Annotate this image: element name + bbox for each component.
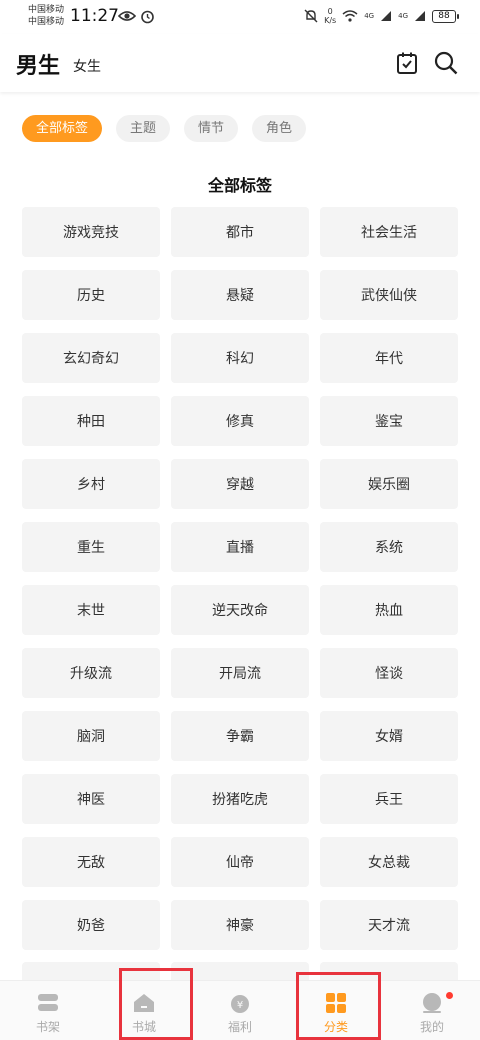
signal-1-icon [381,11,392,21]
tag-grid: 游戏竞技 都市 社会生活 历史 悬疑 武侠仙侠 玄幻奇幻 科幻 年代 种田 修真… [22,207,458,950]
carrier-2: 中国移动 [28,17,65,27]
nav-profile-label: 我的 [419,1020,444,1034]
tag-cell[interactable]: 仙帝 [171,837,309,887]
signal-1-tag: 4G [364,12,375,20]
tag-cell[interactable]: 女婿 [320,711,458,761]
filter-character[interactable]: 角色 [252,115,307,142]
tab-male-label: 男生 [16,54,61,79]
carrier-labels: 中国移动 中国移动 [28,4,64,28]
filter-theme[interactable]: 主题 [116,115,171,142]
tag-cell[interactable]: 鉴宝 [320,396,458,446]
tag-cell[interactable]: 年代 [320,333,458,383]
signal-2-icon [415,11,425,21]
tag-cell[interactable]: 逆天改命 [171,585,309,635]
tag-cell[interactable]: 神豪 [171,900,309,950]
net-speed-unit: K/s [324,16,337,25]
battery-indicator: 88 [432,9,459,23]
tag-cell[interactable]: 修真 [171,396,309,446]
mute-icon [304,9,318,23]
tag-cell[interactable]: 争霸 [171,711,309,761]
tag-cell[interactable]: 热血 [320,585,458,635]
tag-cell[interactable]: 女总裁 [320,837,458,887]
notification-dot [446,992,453,999]
tab-male[interactable]: 男生 [14,48,61,80]
tag-cell[interactable]: 玄幻奇幻 [22,333,160,383]
clock: 11:27 [70,6,119,26]
tag-cell[interactable]: 开局流 [171,648,309,698]
filter-chips: 全部标签 主题 情节 角色 [22,115,307,142]
tag-cell[interactable]: 兵王 [320,774,458,824]
nav-bookshelf-label: 书架 [35,1020,60,1034]
filter-all-tags[interactable]: 全部标签 [22,115,103,142]
tab-female[interactable]: 女生 [73,56,101,76]
tag-cell[interactable]: 娱乐圈 [320,459,458,509]
tag-cell[interactable]: 社会生活 [320,207,458,257]
net-speed-value: 0 [327,7,333,16]
check-in-clipboard-icon[interactable] [396,51,418,75]
wifi-icon [342,10,358,22]
top-bar: 男生 女生 [0,34,480,92]
filter-plot[interactable]: 情节 [184,115,239,142]
tag-cell[interactable]: 武侠仙侠 [320,270,458,320]
section-title: 全部标签 [207,176,272,195]
tag-cell[interactable]: 都市 [171,207,309,257]
highlight-box-category [296,972,381,1040]
tag-cell[interactable]: 种田 [22,396,160,446]
tag-cell[interactable]: 无敌 [22,837,160,887]
tag-cell[interactable]: 穿越 [171,459,309,509]
welfare-icon: ¥ [231,995,249,1013]
tag-cell[interactable]: 悬疑 [171,270,309,320]
carrier-1: 中国移动 [28,5,65,15]
next-row-peek [22,962,458,980]
search-icon[interactable] [434,51,458,75]
tag-cell[interactable]: 怪谈 [320,648,458,698]
nav-welfare-label: 福利 [227,1020,252,1034]
bottom-nav: 书架 书城 ¥ 福利 分类 我的 [0,980,480,1040]
nav-profile[interactable]: 我的 [384,981,480,1040]
tag-cell[interactable]: 科幻 [171,333,309,383]
profile-icon [423,993,441,1013]
tag-cell[interactable]: 直播 [171,522,309,572]
svg-text:¥: ¥ [237,1000,243,1011]
net-speed: 0 K/s [324,7,336,25]
tag-cell[interactable]: 神医 [22,774,160,824]
alarm-icon [141,10,154,24]
tag-cell[interactable]: 升级流 [22,648,160,698]
tag-cell[interactable]: 游戏竞技 [22,207,160,257]
tag-cell[interactable]: 乡村 [22,459,160,509]
tag-cell[interactable]: 重生 [22,522,160,572]
eye-icon [118,11,136,21]
bookshelf-icon [38,994,58,1011]
tag-cell[interactable]: 扮猪吃虎 [171,774,309,824]
tag-cell[interactable]: 系统 [320,522,458,572]
status-bar: 中国移动 中国移动 11:27 0 K/s 4G 4G 88 [0,0,480,34]
highlight-box-bookstore [119,968,193,1040]
signal-2-tag: 4G [398,12,408,20]
tag-cell[interactable]: 天才流 [320,900,458,950]
tag-cell[interactable]: 奶爸 [22,900,160,950]
nav-welfare[interactable]: ¥ 福利 [192,981,288,1040]
tag-cell[interactable]: 历史 [22,270,160,320]
tag-cell[interactable]: 脑洞 [22,711,160,761]
nav-bookshelf[interactable]: 书架 [0,981,96,1040]
tag-cell[interactable]: 末世 [22,585,160,635]
